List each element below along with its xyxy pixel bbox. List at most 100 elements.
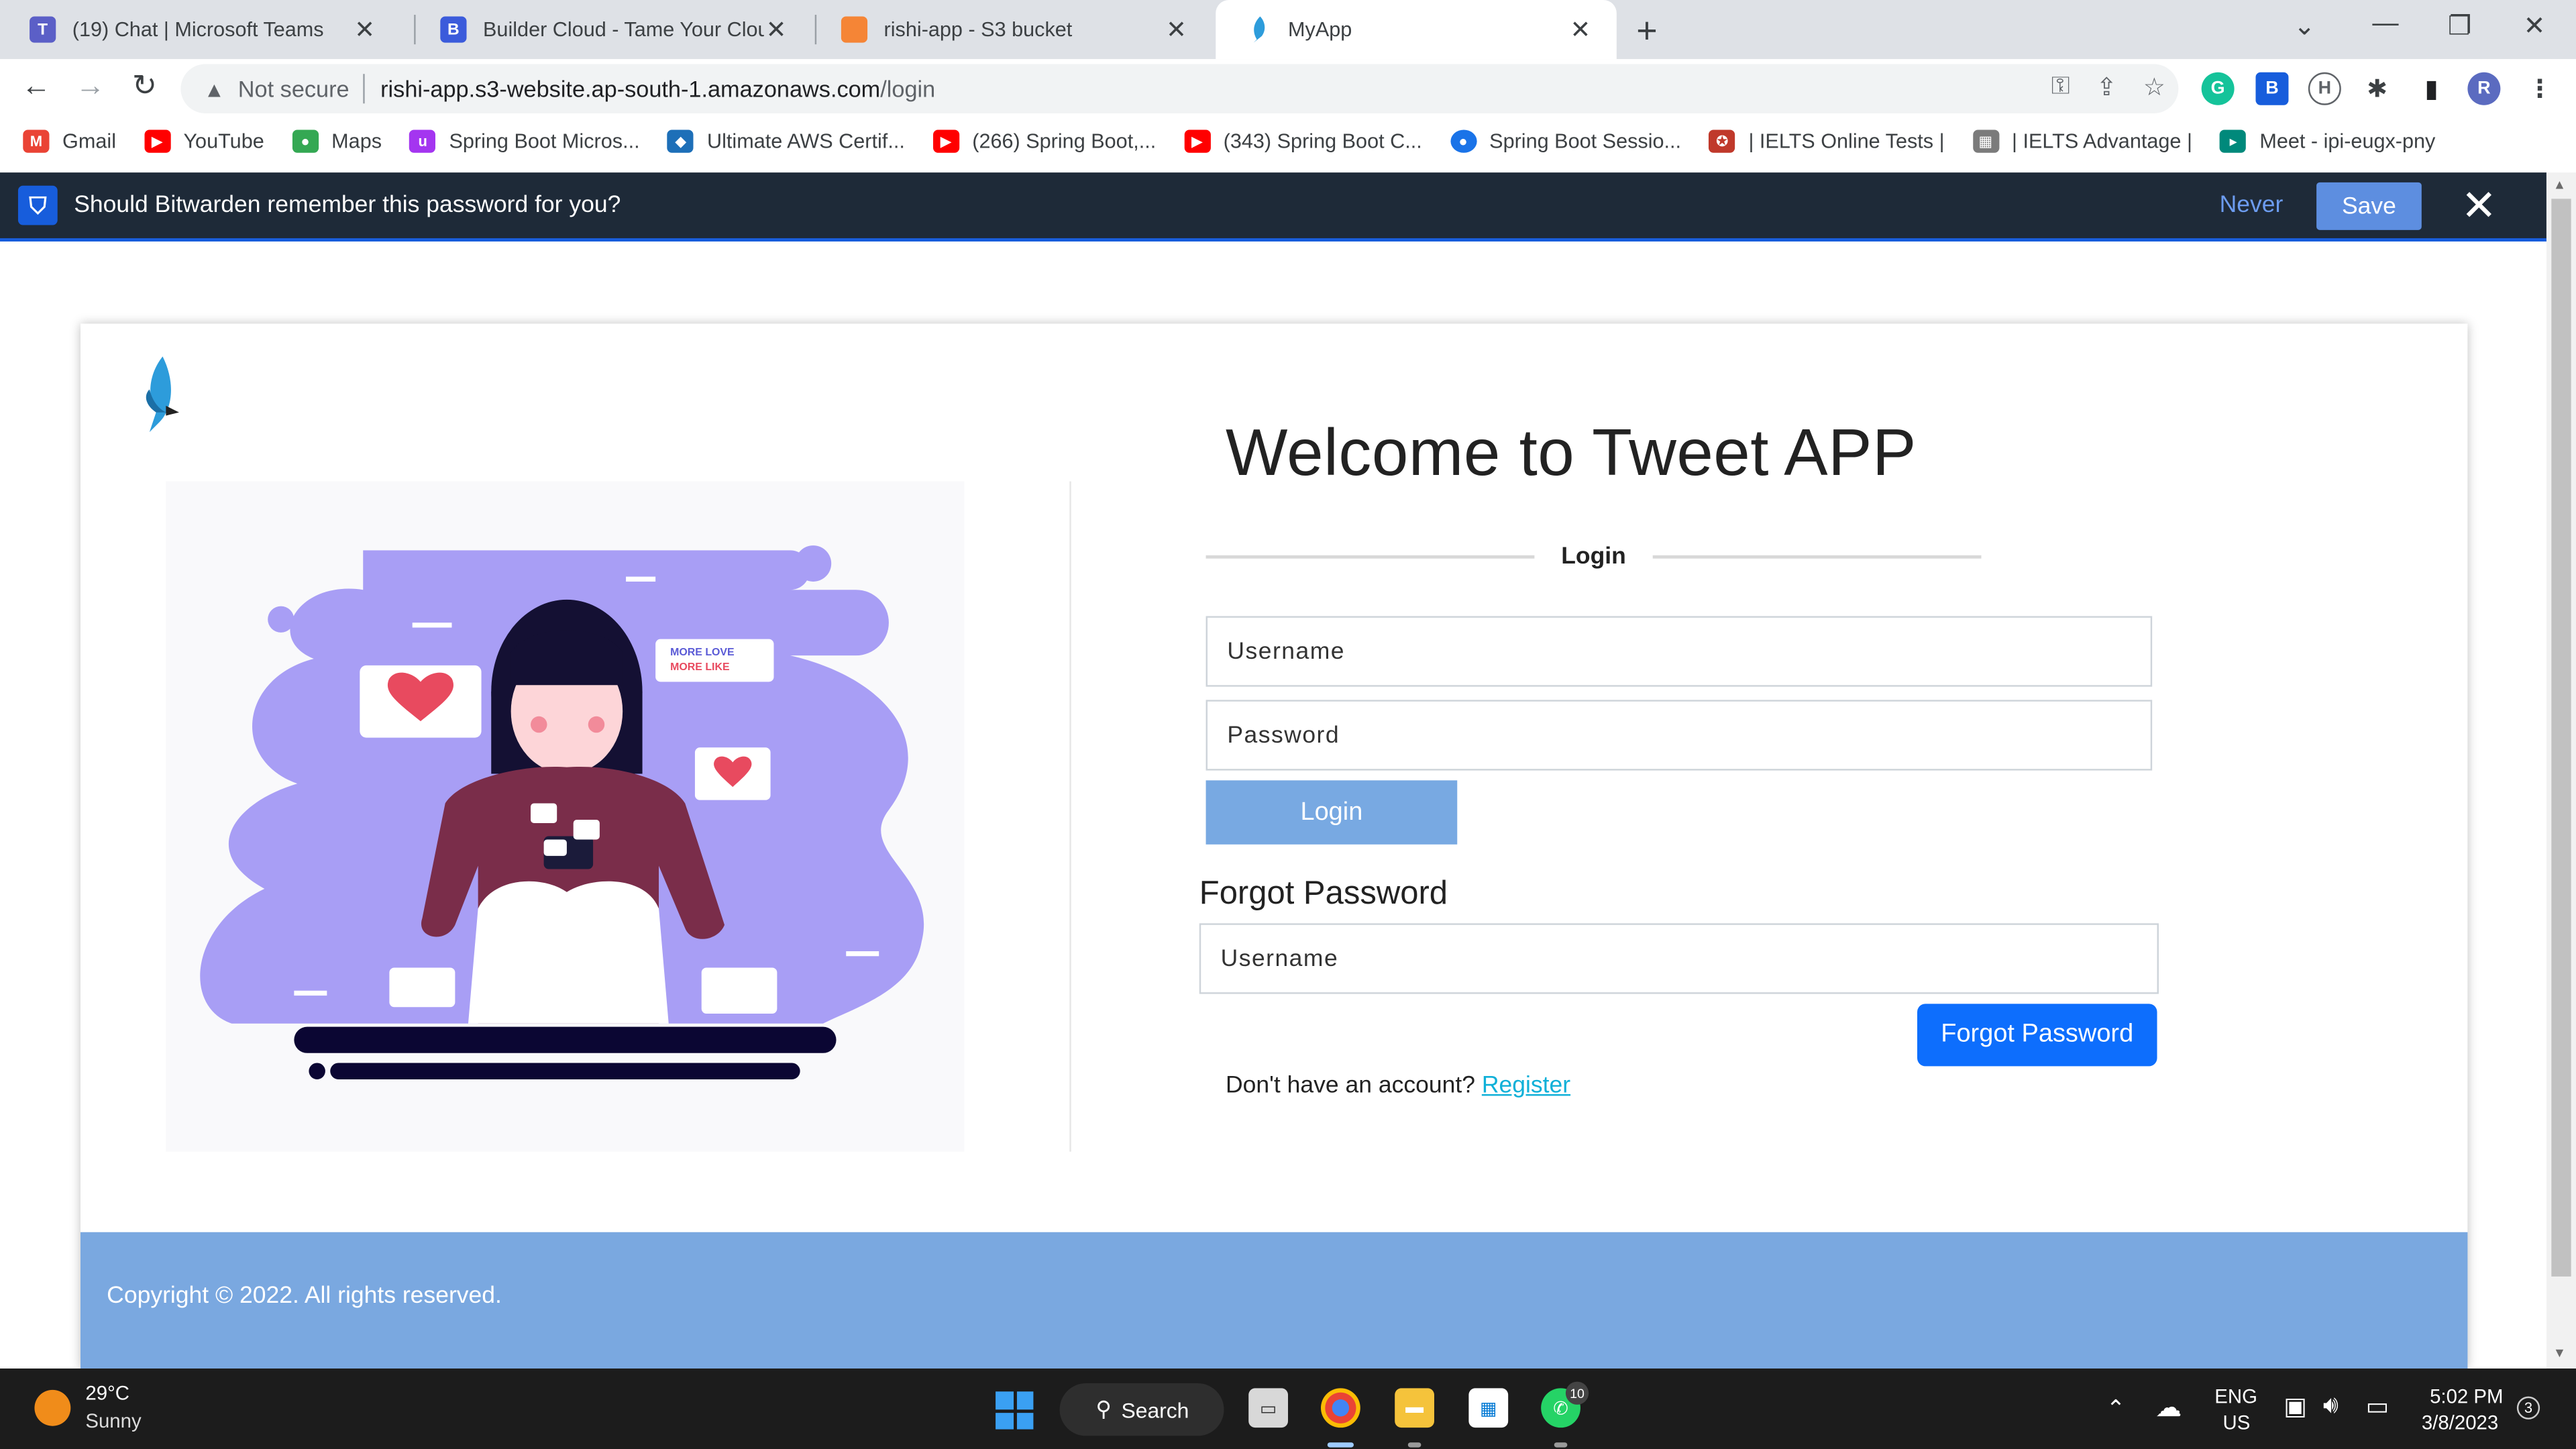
onedrive-cloud-icon[interactable]: ☁ — [2155, 1391, 2182, 1424]
restore-icon[interactable]: ❐ — [2448, 10, 2471, 43]
tab-title: (19) Chat | Microsoft Teams — [72, 17, 324, 42]
bookmark-meet[interactable]: ▸ Meet - ipi-eugx-pny — [2220, 129, 2435, 153]
page-scrollbar[interactable]: ▲ ▼ — [2546, 172, 2576, 1369]
bookmark-label: (266) Spring Boot,... — [972, 129, 1157, 153]
network-icon[interactable]: ▣ — [2284, 1391, 2307, 1421]
puzzle-extensions-icon[interactable]: ✱ — [2361, 72, 2394, 105]
no-account-prompt: Don't have an account? Register — [1226, 1073, 1570, 1099]
notification-badge: 10 — [1565, 1381, 1589, 1405]
scroll-down-arrow-icon[interactable]: ▼ — [2553, 1346, 2566, 1360]
login-button[interactable]: Login — [1205, 780, 1458, 845]
close-icon[interactable]: ✕ — [352, 15, 378, 44]
forgot-password-button[interactable]: Forgot Password — [1917, 1004, 2157, 1067]
gmail-icon: M — [23, 129, 50, 153]
close-icon[interactable]: ✕ — [764, 15, 789, 44]
bird-icon — [1245, 16, 1271, 43]
login-card: MORE LOVE MORE LIKE Welcome to Tweet APP… — [80, 323, 2468, 1369]
forgot-username-input[interactable] — [1199, 923, 2159, 994]
illustration-text-like: MORE LIKE — [670, 661, 729, 673]
bookmark-label: Ultimate AWS Certif... — [706, 129, 905, 153]
share-icon[interactable]: ⇪ — [2096, 72, 2117, 102]
chrome-icon[interactable] — [1320, 1388, 1360, 1428]
scrollbar-thumb[interactable] — [2551, 199, 2571, 1277]
security-label[interactable]: Not secure — [238, 76, 350, 102]
h-extension-icon[interactable]: H — [2308, 72, 2341, 105]
forward-arrow-icon[interactable]: → — [70, 69, 110, 103]
no-account-text: Don't have an account? — [1225, 1073, 1475, 1099]
never-button[interactable]: Never — [2220, 193, 2284, 219]
url-host: rishi-app.s3-website.ap-south-1.amazonaw… — [380, 75, 881, 102]
bookmark-ielts-online[interactable]: ✪ | IELTS Online Tests | — [1709, 129, 1945, 153]
notification-count[interactable]: 3 — [2516, 1396, 2540, 1419]
clock-time[interactable]: 5:02 PM — [2430, 1385, 2503, 1408]
divider-line — [1205, 555, 1536, 559]
avatar[interactable]: R — [2467, 72, 2501, 105]
url-text[interactable]: rishi-app.s3-website.ap-south-1.amazonaw… — [380, 76, 935, 102]
close-icon[interactable]: ✕ — [1163, 15, 1189, 44]
bookmark-spring-session[interactable]: ● Spring Boot Sessio... — [1450, 129, 1681, 153]
volume-icon[interactable]: 🔊︎ — [2323, 1391, 2339, 1419]
bookmark-spring-boot-micros[interactable]: u Spring Boot Micros... — [409, 129, 640, 153]
menu-dots-icon[interactable]: ⋮ — [2524, 72, 2557, 105]
aws-cert-icon: ◆ — [667, 129, 694, 153]
register-link[interactable]: Register — [1482, 1073, 1570, 1099]
tab-teams[interactable]: T (19) Chat | Microsoft Teams ✕ — [0, 0, 401, 59]
minimize-icon[interactable]: — — [2372, 10, 2398, 40]
taskbar-search[interactable]: ⚲ Search — [1059, 1383, 1224, 1436]
star-icon[interactable]: ☆ — [2143, 72, 2165, 102]
new-tab-button[interactable]: + — [1636, 10, 1657, 53]
password-input[interactable] — [1205, 700, 2153, 771]
bookmark-ielts-advantage[interactable]: ▦ | IELTS Advantage | — [1972, 129, 2192, 153]
region-label[interactable]: US — [2222, 1411, 2250, 1434]
tab-s3-bucket[interactable]: rishi-app - S3 bucket ✕ — [812, 0, 1213, 59]
bookmark-youtube-343[interactable]: ▶ (343) Spring Boot C... — [1183, 129, 1422, 153]
bookmark-label: Gmail — [62, 129, 117, 153]
save-button[interactable]: Save — [2316, 182, 2422, 230]
username-input[interactable] — [1205, 616, 2153, 687]
omnibox-actions: ⚿ ⇪ ☆ — [2051, 72, 2165, 102]
bitwarden-extension-icon[interactable]: B — [2255, 72, 2289, 105]
close-icon[interactable]: ✕ — [1567, 15, 1593, 44]
tab-myapp[interactable]: MyApp ✕ — [1216, 0, 1617, 60]
teams-icon: T — [30, 16, 56, 43]
tab-search-chevron-icon[interactable]: ⌄ — [2294, 10, 2316, 43]
file-explorer-icon[interactable]: ▬ — [1395, 1388, 1434, 1428]
weather-condition[interactable]: Sunny — [85, 1409, 141, 1432]
window-close-icon[interactable]: ✕ — [2524, 10, 2546, 43]
page-footer: Copyright © 2022. All rights reserved. — [80, 1232, 2468, 1369]
bookmark-youtube[interactable]: ▶ YouTube — [144, 129, 264, 153]
bitwarden-shield-icon: ⛉ — [17, 185, 58, 225]
aws-s3-icon — [841, 16, 868, 43]
warning-icon[interactable]: ▲ — [204, 76, 225, 101]
divider-line — [1652, 555, 1982, 559]
scroll-up-arrow-icon[interactable]: ▲ — [2553, 177, 2566, 192]
windows-start-icon[interactable] — [996, 1391, 1034, 1430]
forgot-password-heading: Forgot Password — [1199, 875, 1448, 912]
grammarly-icon[interactable]: G — [2201, 72, 2235, 105]
bookmark-aws-cert[interactable]: ◆ Ultimate AWS Certif... — [667, 129, 905, 153]
address-bar[interactable]: ▲ Not secure rishi-app.s3-website.ap-sou… — [180, 64, 2179, 113]
language-label[interactable]: ENG — [2214, 1385, 2257, 1408]
battery-icon[interactable]: ▭ — [2366, 1391, 2390, 1421]
session-icon: ● — [1450, 129, 1477, 153]
bitwarden-notification-bar: ⛉ Should Bitwarden remember this passwor… — [0, 172, 2546, 242]
clock-date[interactable]: 3/8/2023 — [2422, 1411, 2498, 1434]
bookmark-gmail[interactable]: M Gmail — [23, 129, 117, 153]
weather-temperature[interactable]: 29°C — [85, 1382, 129, 1405]
ielts-advantage-icon: ▦ — [1972, 129, 1999, 153]
bookmark-youtube-266[interactable]: ▶ (266) Spring Boot,... — [932, 129, 1157, 153]
login-label: Login — [1561, 543, 1626, 570]
bookmark-maps[interactable]: ● Maps — [292, 129, 382, 153]
back-arrow-icon[interactable]: ← — [16, 69, 56, 103]
close-icon[interactable]: ✕ — [2461, 180, 2497, 231]
side-panel-icon[interactable]: ▮ — [2415, 72, 2448, 105]
chevron-up-icon[interactable]: ⌃ — [2106, 1395, 2126, 1423]
reload-icon[interactable]: ↻ — [125, 69, 164, 103]
key-icon[interactable]: ⚿ — [2051, 72, 2070, 102]
copyright-text: Copyright © 2022. All rights reserved. — [107, 1283, 502, 1309]
sun-icon[interactable] — [34, 1389, 71, 1426]
page-title: Welcome to Tweet APP — [1225, 417, 1917, 490]
tab-builder-cloud[interactable]: B Builder Cloud - Tame Your Cloud ✕ — [411, 0, 812, 59]
microsoft-store-icon[interactable]: ▦ — [1468, 1388, 1509, 1428]
task-view-icon[interactable]: ▭ — [1248, 1388, 1289, 1428]
